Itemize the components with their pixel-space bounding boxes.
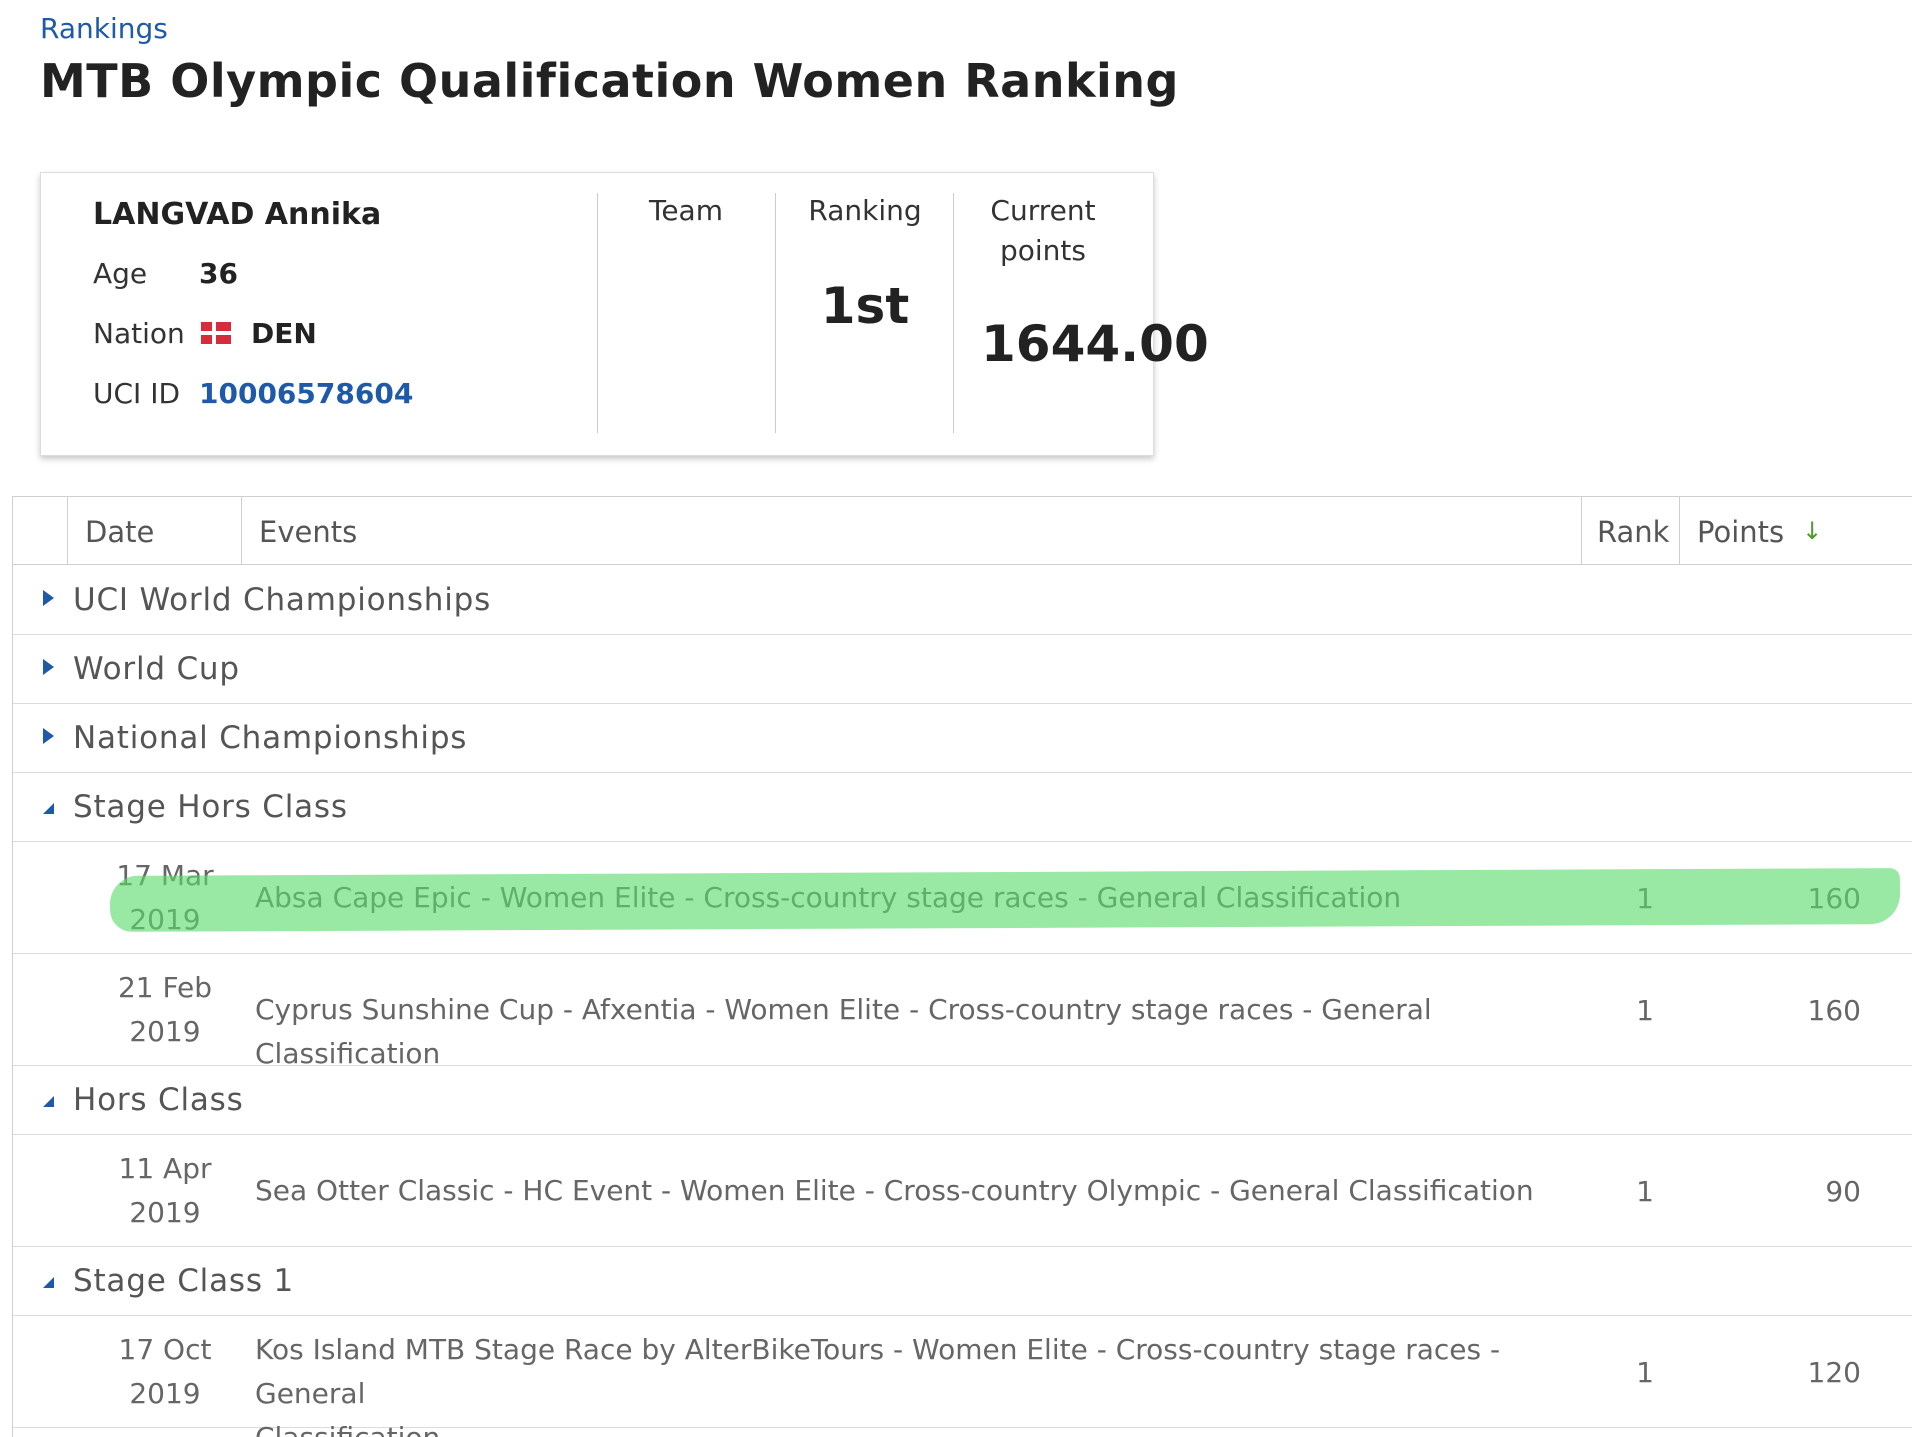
date-cell: 17 Mar 2019 xyxy=(71,854,259,942)
column-header-points-label: Points xyxy=(1697,515,1785,549)
column-header-points[interactable]: Points ↓ xyxy=(1697,497,1822,565)
points-value: 1644.00 xyxy=(981,315,1209,373)
page-title: MTB Olympic Qualification Women Ranking xyxy=(40,54,1179,108)
caret-right-icon[interactable] xyxy=(43,728,54,744)
caret-right-icon[interactable] xyxy=(43,659,54,675)
group-label: Stage Hors Class xyxy=(73,789,348,825)
age-value: 36 xyxy=(199,257,238,290)
team-label: Team xyxy=(648,194,723,227)
group-row-uci-world-championships[interactable]: UCI World Championships xyxy=(13,566,1912,635)
rank-cell: 1 xyxy=(1636,994,1654,1027)
divider xyxy=(953,193,954,433)
date-cell: 11 Apr 2019 xyxy=(71,1147,259,1235)
event-link[interactable]: Cyprus Sunshine Cup - Afxentia - Women E… xyxy=(255,988,1555,1076)
group-row-national-championships[interactable]: National Championships xyxy=(13,704,1912,773)
date-year: 2019 xyxy=(129,903,201,936)
date-year: 2019 xyxy=(129,1015,201,1048)
date-year: 2019 xyxy=(129,1196,201,1229)
group-label: National Championships xyxy=(73,720,468,756)
rider-card: LANGVAD Annika Age 36 Nation DEN UCI ID … xyxy=(40,172,1209,456)
rider-name: LANGVAD Annika xyxy=(93,197,382,232)
column-header-events[interactable]: Events xyxy=(259,497,357,565)
event-link[interactable]: Absa Cape Epic - Women Elite - Cross-cou… xyxy=(255,876,1555,920)
points-cell: 160 xyxy=(1807,882,1861,915)
arrow-down-icon[interactable]: ↓ xyxy=(1802,517,1822,545)
column-header-date[interactable]: Date xyxy=(85,497,154,565)
date-cell: 17 Oct 2019 xyxy=(71,1328,259,1416)
caret-up-icon[interactable] xyxy=(43,1096,54,1107)
group-row-world-cup[interactable]: World Cup xyxy=(13,635,1912,704)
group-label: UCI World Championships xyxy=(73,582,492,618)
caret-up-icon[interactable] xyxy=(43,1277,54,1288)
divider xyxy=(597,193,598,433)
denmark-flag-icon xyxy=(201,322,231,344)
rank-cell: 1 xyxy=(1636,882,1654,915)
date-day: 17 Mar xyxy=(116,859,214,892)
divider xyxy=(775,193,776,433)
rank-cell: 1 xyxy=(1636,1175,1654,1208)
group-label: Hors Class xyxy=(73,1082,244,1118)
age-label: Age xyxy=(93,257,148,290)
caret-up-icon[interactable] xyxy=(43,803,54,814)
points-label-line2: points xyxy=(1000,234,1086,267)
column-header-rank[interactable]: Rank xyxy=(1597,497,1669,565)
event-line: Kos Island MTB Stage Race by AlterBikeTo… xyxy=(255,1333,1501,1410)
uci-id-link[interactable]: 10006578604 xyxy=(199,377,413,410)
table-header: Date Events Rank Points ↓ xyxy=(13,497,1912,565)
caret-right-icon[interactable] xyxy=(43,590,54,606)
table-row: 17 Mar 2019 Absa Cape Epic - Women Elite… xyxy=(13,842,1912,954)
table-row: 11 Apr 2019 Sea Otter Classic - HC Event… xyxy=(13,1135,1912,1247)
date-day: 11 Apr xyxy=(118,1152,212,1185)
rank-cell: 1 xyxy=(1636,1356,1654,1389)
date-year: 2019 xyxy=(129,1377,201,1410)
breadcrumb-rankings[interactable]: Rankings xyxy=(40,12,168,45)
date-cell: 21 Feb 2019 xyxy=(71,966,259,1054)
event-link[interactable]: Kos Island MTB Stage Race by AlterBikeTo… xyxy=(255,1328,1555,1437)
group-row-stage-hors-class[interactable]: Stage Hors Class xyxy=(13,773,1912,842)
nation-label: Nation xyxy=(93,317,185,350)
points-cell: 160 xyxy=(1807,994,1861,1027)
event-line: Classification xyxy=(255,1416,1555,1437)
results-table: Date Events Rank Points ↓ UCI World Champ… xyxy=(12,496,1912,1437)
group-row-hors-class[interactable]: Hors Class xyxy=(13,1066,1912,1135)
nation-value: DEN xyxy=(251,317,317,350)
date-day: 21 Feb xyxy=(117,971,213,1004)
group-row-stage-class-1[interactable]: Stage Class 1 xyxy=(13,1247,1912,1316)
uci-id-label: UCI ID xyxy=(93,377,181,410)
group-label: World Cup xyxy=(73,651,240,687)
ranking-label: Ranking xyxy=(808,194,922,227)
points-label-line1: Current xyxy=(990,194,1096,227)
ranking-value: 1st xyxy=(820,277,910,335)
table-row: 21 Feb 2019 Cyprus Sunshine Cup - Afxent… xyxy=(13,954,1912,1070)
date-day: 17 Oct xyxy=(118,1333,212,1366)
group-label: Stage Class 1 xyxy=(73,1263,294,1299)
points-cell: 120 xyxy=(1807,1356,1861,1389)
event-link[interactable]: Sea Otter Classic - HC Event - Women Eli… xyxy=(255,1169,1555,1213)
table-row: 17 Oct 2019 Kos Island MTB Stage Race by… xyxy=(13,1316,1912,1437)
points-cell: 90 xyxy=(1825,1175,1861,1208)
